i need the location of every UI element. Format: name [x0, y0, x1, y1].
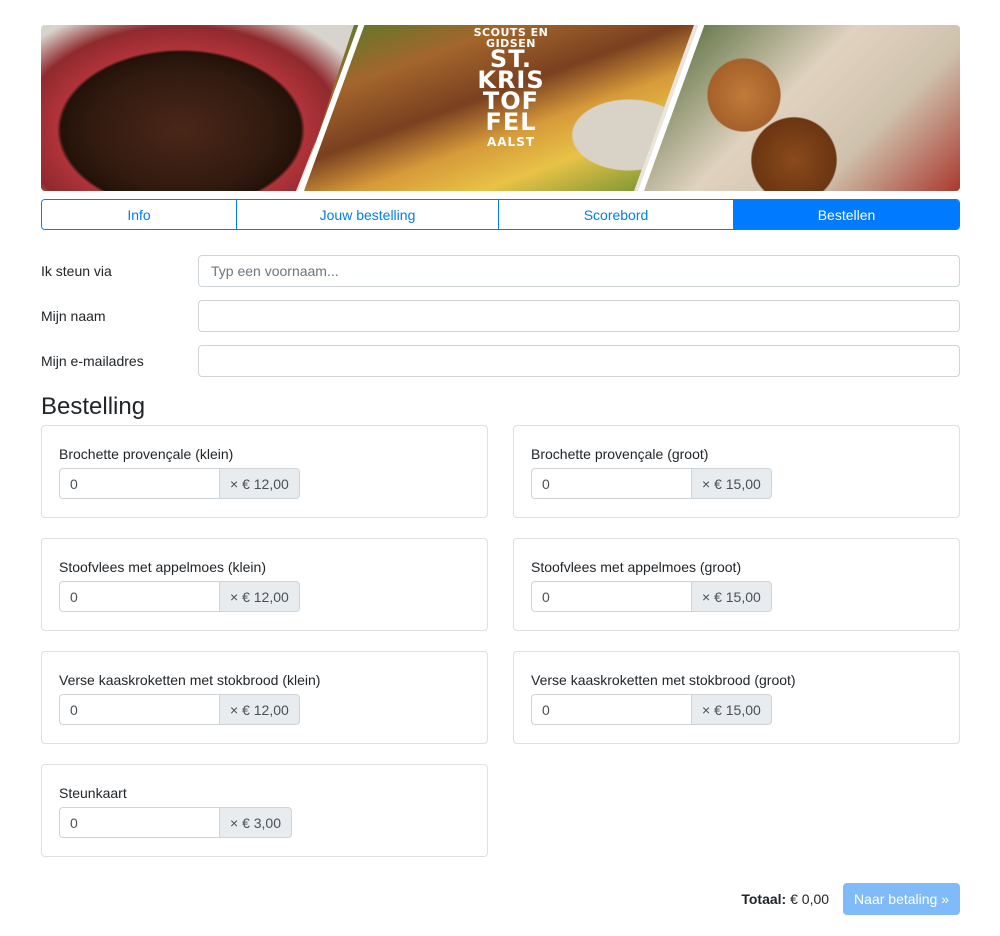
product-name: Verse kaaskroketten met stokbrood (klein…	[59, 672, 321, 688]
price-addon: × € 15,00	[691, 694, 772, 725]
quantity-input[interactable]	[59, 581, 219, 612]
price-addon: × € 12,00	[219, 694, 300, 725]
brand-bottom: AALST	[486, 135, 536, 149]
support-row: Ik steun via	[41, 255, 960, 287]
product-grid: Brochette provençale (klein) × € 12,00 B…	[41, 425, 960, 857]
support-input[interactable]	[198, 255, 960, 287]
name-label: Mijn naam	[41, 308, 106, 324]
product-name: Verse kaaskroketten met stokbrood (groot…	[531, 672, 796, 688]
total-value: € 0,00	[790, 891, 830, 907]
tab-bestellen[interactable]: Bestellen	[734, 200, 959, 229]
order-heading: Bestelling	[41, 393, 146, 420]
tab-jouw-bestelling[interactable]: Jouw bestelling	[237, 200, 499, 229]
customer-form: Ik steun via Mijn naam Mijn e-mailadres	[41, 255, 960, 377]
price-addon: × € 15,00	[691, 581, 772, 612]
product-card: Brochette provençale (klein) × € 12,00	[41, 425, 488, 518]
product-card: Verse kaaskroketten met stokbrood (klein…	[41, 651, 488, 744]
quantity-group: × € 12,00	[59, 581, 470, 612]
product-name: Stoofvlees met appelmoes (klein)	[59, 559, 266, 575]
order-total: Totaal: € 0,00	[741, 891, 829, 907]
banner: SCOUTS EN GIDSEN ST. KRIS TOF FEL AALST	[41, 25, 960, 191]
product-card: Verse kaaskroketten met stokbrood (groot…	[513, 651, 960, 744]
product-card: Brochette provençale (groot) × € 15,00	[513, 425, 960, 518]
product-name: Stoofvlees met appelmoes (groot)	[531, 559, 742, 575]
support-label: Ik steun via	[41, 263, 112, 279]
page-container: SCOUTS EN GIDSEN ST. KRIS TOF FEL AALST …	[41, 25, 960, 857]
quantity-group: × € 15,00	[531, 694, 942, 725]
pay-button[interactable]: Naar betaling »	[843, 883, 960, 915]
brand-line: FEL	[485, 108, 537, 136]
price-addon: × € 12,00	[219, 468, 300, 499]
product-name: Brochette provençale (klein)	[59, 446, 234, 462]
quantity-input[interactable]	[59, 694, 219, 725]
tab-info[interactable]: Info	[42, 200, 237, 229]
product-name: Steunkaart	[59, 785, 127, 801]
brand-logo: SCOUTS EN GIDSEN ST. KRIS TOF FEL AALST	[461, 25, 561, 191]
price-addon: × € 12,00	[219, 581, 300, 612]
tab-scorebord[interactable]: Scorebord	[499, 200, 734, 229]
total-label: Totaal:	[741, 891, 787, 907]
name-input[interactable]	[198, 300, 960, 332]
product-card: Stoofvlees met appelmoes (klein) × € 12,…	[41, 538, 488, 631]
kaaskroketten-photo	[639, 25, 960, 191]
price-addon: × € 3,00	[219, 807, 292, 838]
quantity-input[interactable]	[531, 694, 691, 725]
quantity-input[interactable]	[59, 468, 219, 499]
email-label: Mijn e-mailadres	[41, 353, 144, 369]
quantity-input[interactable]	[531, 581, 691, 612]
product-card: Stoofvlees met appelmoes (groot) × € 15,…	[513, 538, 960, 631]
email-row: Mijn e-mailadres	[41, 345, 960, 377]
order-footer: Totaal: € 0,00 Naar betaling »	[741, 883, 960, 915]
quantity-group: × € 15,00	[531, 468, 942, 499]
name-row: Mijn naam	[41, 300, 960, 332]
email-input[interactable]	[198, 345, 960, 377]
quantity-group: × € 12,00	[59, 694, 470, 725]
quantity-input[interactable]	[59, 807, 219, 838]
product-card: Steunkaart × € 3,00	[41, 764, 488, 857]
quantity-group: × € 12,00	[59, 468, 470, 499]
nav-tabs: Info Jouw bestelling Scorebord Bestellen	[41, 199, 960, 230]
price-addon: × € 15,00	[691, 468, 772, 499]
quantity-group: × € 15,00	[531, 581, 942, 612]
product-name: Brochette provençale (groot)	[531, 446, 709, 462]
quantity-input[interactable]	[531, 468, 691, 499]
quantity-group: × € 3,00	[59, 807, 470, 838]
